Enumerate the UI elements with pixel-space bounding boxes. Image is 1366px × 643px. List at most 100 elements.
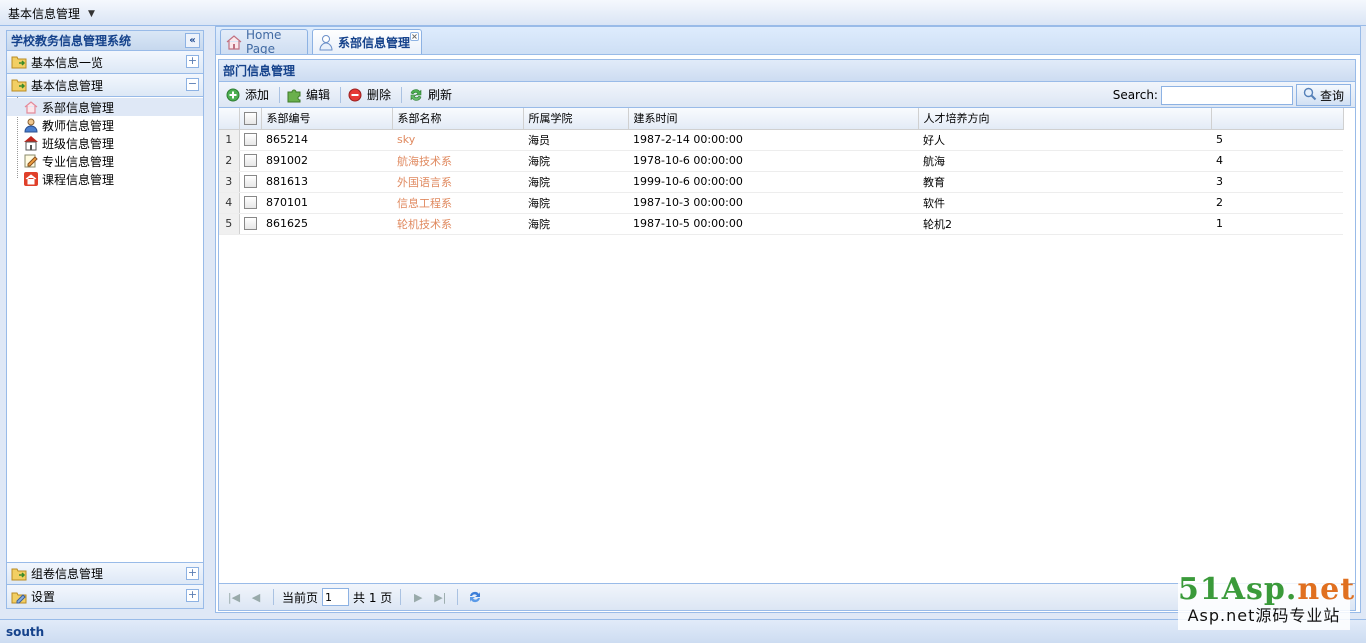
- cell-order: 2: [1211, 192, 1343, 214]
- collapse-icon[interactable]: −: [186, 78, 199, 91]
- add-label: 添加: [245, 88, 270, 102]
- accordion-exam-management[interactable]: 组卷信息管理 +: [7, 562, 203, 585]
- row-checkbox[interactable]: [239, 150, 261, 172]
- select-all-checkbox[interactable]: [239, 108, 262, 130]
- total-pages-label: 共 1 页: [353, 590, 393, 605]
- collapse-panel-icon[interactable]: «: [185, 33, 200, 48]
- first-page-icon[interactable]: |◀: [225, 588, 243, 606]
- tree-item-course[interactable]: 课程信息管理: [7, 170, 203, 188]
- grid-title: 部门信息管理: [219, 60, 1355, 82]
- west-panel-title: 学校教务信息管理系统 «: [7, 31, 203, 51]
- expand-icon[interactable]: +: [186, 589, 199, 602]
- refresh-button[interactable]: 刷新: [406, 84, 458, 106]
- column-header-order[interactable]: [1211, 108, 1344, 130]
- refresh-icon: [408, 87, 424, 103]
- table-row[interactable]: 1 865214 sky 海员 1987-2-14 00:00:00 好人 5: [219, 129, 1343, 151]
- column-header-date[interactable]: 建系时间: [628, 108, 919, 130]
- table-row[interactable]: 4 870101 信息工程系 海院 1987-10-3 00:00:00 软件 …: [219, 192, 1343, 214]
- checkbox-icon: [243, 217, 257, 231]
- checkbox-icon: [243, 175, 257, 189]
- current-page-input[interactable]: [322, 588, 350, 606]
- expand-icon[interactable]: +: [186, 55, 199, 68]
- last-page-icon[interactable]: ▶|: [431, 588, 449, 606]
- row-checkbox[interactable]: [239, 171, 261, 193]
- tree-item-label: 班级信息管理: [42, 136, 115, 151]
- table-row[interactable]: 3 881613 外国语言系 海院 1999-10-6 00:00:00 教育 …: [219, 171, 1343, 193]
- search-area: Search: 查询: [1113, 84, 1351, 106]
- tab-department-info[interactable]: 系部信息管理 ×: [312, 29, 422, 54]
- tree-item-department[interactable]: 系部信息管理: [7, 98, 203, 116]
- pager-separator: [457, 589, 459, 605]
- column-header-name[interactable]: 系部名称: [392, 108, 524, 130]
- cell-name-link[interactable]: sky: [392, 129, 523, 151]
- cell-id: 865214: [261, 129, 392, 151]
- cell-direction: 软件: [918, 192, 1211, 214]
- accordion-basic-info-management[interactable]: 基本信息管理 −: [7, 74, 203, 97]
- south-label: south: [6, 624, 45, 639]
- accordion-settings[interactable]: 设置 +: [7, 585, 203, 608]
- tree-item-class[interactable]: 班级信息管理: [7, 134, 203, 152]
- row-number: 1: [219, 129, 240, 151]
- cell-date: 1987-2-14 00:00:00: [628, 129, 918, 151]
- checkbox-icon: [243, 154, 257, 168]
- home-red-icon: [23, 171, 39, 187]
- accordion-basic-info-overview[interactable]: 基本信息一览 +: [7, 51, 203, 74]
- toolbar-separator: [279, 86, 281, 103]
- cell-name-link[interactable]: 航海技术系: [392, 150, 523, 172]
- puzzle-edit-icon: [286, 87, 302, 103]
- top-menu-bar: 基本信息管理 ▼: [0, 0, 1366, 26]
- table-row[interactable]: 5 861625 轮机技术系 海院 1987-10-5 00:00:00 轮机2…: [219, 213, 1343, 235]
- cell-college: 海员: [523, 129, 628, 151]
- cell-college: 海院: [523, 150, 628, 172]
- cell-name-link[interactable]: 信息工程系: [392, 192, 523, 214]
- table-row[interactable]: 2 891002 航海技术系 海院 1978-10-6 00:00:00 航海 …: [219, 150, 1343, 172]
- cell-id: 881613: [261, 171, 392, 193]
- search-input[interactable]: [1160, 85, 1293, 105]
- refresh-label: 刷新: [428, 88, 453, 102]
- department-grid-panel: 部门信息管理 添加 编辑 删除 刷新 Search: 查询 系部编号 系部名称 …: [218, 59, 1356, 611]
- accordion-label: 基本信息管理: [31, 78, 104, 93]
- top-menu-basic-info[interactable]: 基本信息管理 ▼: [8, 5, 95, 22]
- next-page-icon[interactable]: ▶: [409, 588, 427, 606]
- search-button[interactable]: 查询: [1295, 84, 1351, 106]
- tab-home-page[interactable]: Home Page: [220, 28, 308, 56]
- row-number: 2: [219, 150, 240, 172]
- table-header-row: 系部编号 系部名称 所属学院 建系时间 人才培养方向: [219, 108, 1344, 130]
- reload-icon[interactable]: [466, 588, 484, 606]
- delete-button[interactable]: 删除: [345, 84, 397, 106]
- tree-item-label: 课程信息管理: [42, 172, 115, 187]
- cell-college: 海院: [523, 213, 628, 235]
- column-header-direction[interactable]: 人才培养方向: [918, 108, 1212, 130]
- close-tab-icon[interactable]: ×: [410, 32, 419, 41]
- expand-icon[interactable]: +: [186, 567, 199, 580]
- west-panel: 学校教务信息管理系统 « 基本信息一览 + 基本信息管理 − 系部信息管理 教师…: [6, 30, 204, 609]
- column-header-college[interactable]: 所属学院: [523, 108, 629, 130]
- cell-order: 3: [1211, 171, 1343, 193]
- cell-direction: 航海: [918, 150, 1211, 172]
- cell-direction: 教育: [918, 171, 1211, 193]
- watermark-logo-text: 51Asp.net: [1178, 572, 1356, 607]
- user-icon: [23, 117, 39, 133]
- row-checkbox[interactable]: [239, 192, 261, 214]
- search-label: Search:: [1112, 88, 1158, 102]
- row-number: 3: [219, 171, 240, 193]
- cell-name-link[interactable]: 外国语言系: [392, 171, 523, 193]
- cell-name-link[interactable]: 轮机技术系: [392, 213, 523, 235]
- cell-id: 861625: [261, 213, 392, 235]
- tree-item-label: 系部信息管理: [42, 100, 115, 115]
- home-icon: [225, 33, 243, 51]
- tree-item-major[interactable]: 专业信息管理: [7, 152, 203, 170]
- folder-arrow-icon: [11, 56, 27, 69]
- tree-item-teacher[interactable]: 教师信息管理: [7, 116, 203, 134]
- edit-button[interactable]: 编辑: [284, 84, 336, 106]
- row-checkbox[interactable]: [239, 213, 261, 235]
- cell-date: 1987-10-5 00:00:00: [628, 213, 918, 235]
- tab-label: Home Page: [246, 28, 282, 56]
- add-button[interactable]: 添加: [223, 84, 275, 106]
- column-header-id[interactable]: 系部编号: [261, 108, 393, 130]
- building-icon: [23, 135, 39, 151]
- prev-page-icon[interactable]: ◀: [247, 588, 265, 606]
- cell-id: 870101: [261, 192, 392, 214]
- row-checkbox[interactable]: [239, 129, 261, 151]
- toolbar-separator: [340, 86, 342, 103]
